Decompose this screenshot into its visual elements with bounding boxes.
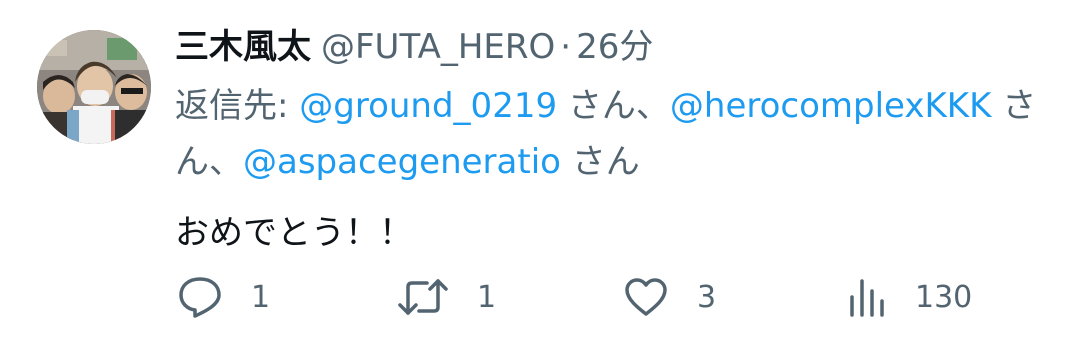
user-handle[interactable]: @FUTA_HERO xyxy=(321,27,555,67)
views-count: 130 xyxy=(915,279,973,315)
like-count: 3 xyxy=(697,279,717,315)
header-separator: · xyxy=(560,27,572,67)
like-button[interactable]: 3 xyxy=(623,272,716,322)
avatar-photo xyxy=(37,30,151,144)
mention-suffix: さん、 xyxy=(567,86,670,126)
reply-icon xyxy=(179,277,221,318)
retweet-icon xyxy=(398,279,448,315)
views-icon xyxy=(850,279,884,317)
timestamp[interactable]: 26分 xyxy=(576,27,653,67)
avatar[interactable] xyxy=(37,30,151,144)
mention-suffix: さん xyxy=(571,142,640,182)
views-button[interactable]: 130 xyxy=(847,272,972,322)
reply-button[interactable]: 1 xyxy=(177,272,270,322)
mention-link[interactable]: @herocomplexKKK xyxy=(670,86,991,126)
tweet-content: 三木風太 @FUTA_HERO · 26分 返信先: @ground_0219 さん、… xyxy=(175,22,1075,258)
retweet-button[interactable]: 1 xyxy=(397,272,496,322)
tweet-text: おめでとう！！ xyxy=(175,213,413,253)
tweet[interactable]: 三木風太 @FUTA_HERO · 26分 返信先: @ground_0219 さん、… xyxy=(0,0,1080,360)
mention-link[interactable]: @ground_0219 xyxy=(299,86,557,126)
heart-icon xyxy=(625,278,667,316)
tweet-header: 三木風太 @FUTA_HERO · 26分 xyxy=(175,22,1075,72)
reply-to-prefix: 返信先: xyxy=(175,86,300,126)
mention-link[interactable]: @aspacegeneratio xyxy=(243,142,561,182)
reply-count: 1 xyxy=(251,279,271,315)
retweet-count: 1 xyxy=(477,279,497,315)
reply-to-line: 返信先: @ground_0219 さん、@herocomplexKKK さん、… xyxy=(175,78,1075,190)
action-bar: 1 1 3 130 xyxy=(175,272,1055,322)
display-name[interactable]: 三木風太 xyxy=(175,27,311,67)
